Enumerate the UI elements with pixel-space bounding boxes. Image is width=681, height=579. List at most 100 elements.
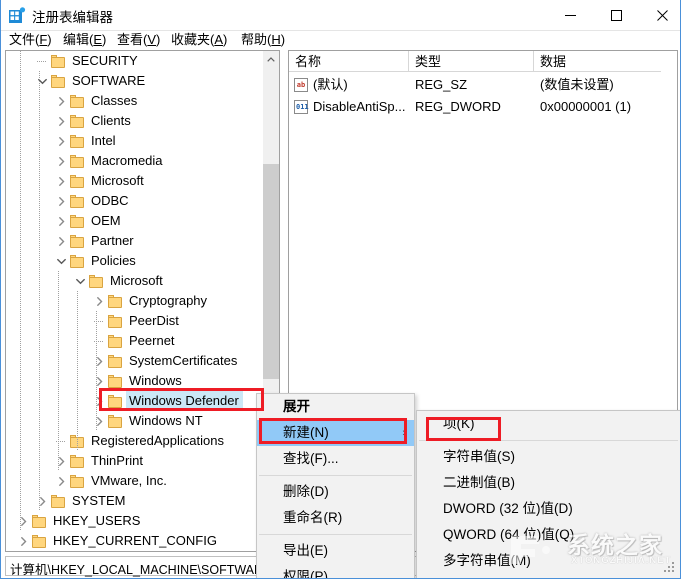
tree-item-label: ODBC — [91, 193, 129, 208]
value-type: REG_SZ — [415, 77, 468, 92]
chevron-right-icon[interactable] — [92, 351, 106, 371]
value-row[interactable]: ab (默认) REG_SZ (数值未设置) — [289, 75, 677, 95]
menu-item-多字符串值M[interactable]: 多字符串值(M) — [417, 548, 680, 574]
chevron-right-icon[interactable] — [92, 391, 106, 411]
chevron-right-icon[interactable] — [54, 151, 68, 171]
chevron-right-icon[interactable] — [54, 171, 68, 191]
chevron-right-icon[interactable] — [92, 371, 106, 391]
tree-item-label: VMware, Inc. — [91, 473, 167, 488]
tree-item-windows-nt[interactable]: Windows NT — [6, 411, 264, 431]
menu-f[interactable]: 文件(F) — [9, 31, 52, 49]
menu-h[interactable]: 帮助(H) — [241, 31, 285, 49]
menu-item-新建N[interactable]: 新建(N) › — [257, 420, 414, 446]
folder-icon — [70, 135, 85, 148]
menu-item-DWORD32位值D[interactable]: DWORD (32 位)值(D) — [417, 496, 680, 522]
chevron-right-icon[interactable] — [54, 211, 68, 231]
menu-separator — [259, 534, 412, 535]
chevron-right-icon[interactable] — [92, 291, 106, 311]
tree-item-windows-defender[interactable]: Windows Defender — [6, 391, 264, 411]
tree-item-security[interactable]: SECURITY — [6, 51, 264, 71]
chevron-right-icon[interactable] — [54, 91, 68, 111]
tree-item-partner[interactable]: Partner — [6, 231, 264, 251]
chevron-down-icon[interactable] — [73, 271, 87, 291]
tree-item-odbc[interactable]: ODBC — [6, 191, 264, 211]
chevron-right-icon[interactable] — [92, 411, 106, 431]
tree-item-windows[interactable]: Windows — [6, 371, 264, 391]
folder-icon — [51, 75, 66, 88]
chevron-right-icon[interactable] — [16, 511, 30, 531]
menu-e[interactable]: 编辑(E) — [63, 31, 106, 49]
tree-item-intel[interactable]: Intel — [6, 131, 264, 151]
tree-item-software[interactable]: SOFTWARE — [6, 71, 264, 91]
tree-item-classes[interactable]: Classes — [6, 91, 264, 111]
menu-item-权限P[interactable]: 权限(P)... — [257, 564, 414, 578]
tree-item-microsoft[interactable]: Microsoft — [6, 171, 264, 191]
registry-tree-pane[interactable]: SECURITY SOFTWARE Classes Clients Intel Macro… — [5, 50, 280, 552]
scroll-up-arrow[interactable] — [263, 51, 279, 67]
menu-item-删除D[interactable]: 删除(D) — [257, 479, 414, 505]
menu-item-label: 展开 — [283, 399, 310, 414]
menu-item-label: 项(K) — [443, 416, 475, 431]
tree-item-clients[interactable]: Clients — [6, 111, 264, 131]
minimize-button[interactable] — [547, 0, 593, 30]
tree-item-peernet[interactable]: Peernet — [6, 331, 264, 351]
tree-item-macromedia[interactable]: Macromedia — [6, 151, 264, 171]
tree-item-thinprint[interactable]: ThinPrint — [6, 451, 264, 471]
tree-item-cryptography[interactable]: Cryptography — [6, 291, 264, 311]
tree-item-oem[interactable]: OEM — [6, 211, 264, 231]
tree-item-label: SystemCertificates — [129, 353, 238, 368]
menu-item-展开[interactable]: 展开 — [257, 394, 414, 420]
chevron-right-icon[interactable] — [54, 111, 68, 131]
tree-item-vmware-inc[interactable]: VMware, Inc. — [6, 471, 264, 491]
menu-item-查找F[interactable]: 查找(F)... — [257, 446, 414, 472]
registry-editor-icon — [9, 7, 26, 23]
tree-item-system[interactable]: SYSTEM — [6, 491, 264, 511]
menu-item-重命名R[interactable]: 重命名(R) — [257, 505, 414, 531]
tree-item-policies[interactable]: Policies — [6, 251, 264, 271]
chevron-right-icon[interactable] — [35, 491, 49, 511]
chevron-down-icon[interactable] — [35, 71, 49, 91]
scroll-thumb[interactable] — [263, 164, 279, 379]
menu-item-二进制值B[interactable]: 二进制值(B) — [417, 470, 680, 496]
chevron-down-icon[interactable] — [54, 251, 68, 271]
tree-item-systemcertificates[interactable]: SystemCertificates — [6, 351, 264, 371]
tree-item-microsoft[interactable]: Microsoft — [6, 271, 264, 291]
tree-item-hkey-current-config[interactable]: HKEY_CURRENT_CONFIG — [6, 531, 264, 551]
tree-guide-line — [20, 51, 21, 531]
chevron-right-icon[interactable] — [54, 191, 68, 211]
chevron-right-icon[interactable] — [16, 531, 30, 551]
column-header-name[interactable]: 名称 — [289, 51, 409, 72]
close-button[interactable] — [639, 0, 680, 30]
menu-item-导出E[interactable]: 导出(E) — [257, 538, 414, 564]
chevron-right-icon[interactable] — [54, 131, 68, 151]
maximize-button[interactable] — [593, 0, 639, 30]
chevron-right-icon[interactable] — [54, 231, 68, 251]
tree-item-label: Peernet — [129, 333, 175, 348]
column-header-data[interactable]: 数据 — [534, 51, 677, 72]
chevron-right-icon[interactable] — [54, 451, 68, 471]
value-row[interactable]: 011 DisableAntiSp... REG_DWORD 0x00000001 (… — [289, 97, 677, 117]
menu-item-可扩充字符串值E[interactable]: 可扩充字符串值(E) — [417, 574, 680, 578]
folder-icon — [108, 355, 123, 368]
menu-a[interactable]: 收藏夹(A) — [171, 31, 227, 49]
menu-item-项K[interactable]: 项(K) — [417, 411, 680, 437]
tree-item-hkey-users[interactable]: HKEY_USERS — [6, 511, 264, 531]
chevron-right-icon[interactable] — [54, 471, 68, 491]
tree-item-registeredapplications[interactable]: RegisteredApplications — [6, 431, 264, 451]
folder-icon — [70, 475, 85, 488]
new-submenu[interactable]: 项(K) 字符串值(S) 二进制值(B) DWORD (32 位)值(D) QWORD … — [416, 410, 680, 578]
menu-item-QWORD64位值Q[interactable]: QWORD (64 位)值(Q) — [417, 522, 680, 548]
menu-v[interactable]: 查看(V) — [117, 31, 160, 49]
tree-item-label: HKEY_USERS — [53, 513, 141, 528]
resize-grip[interactable] — [664, 562, 676, 574]
tree-item-label: Windows NT — [129, 413, 203, 428]
minimize-icon — [564, 14, 576, 16]
tree-item-label: SOFTWARE — [72, 73, 146, 88]
menu-item-字符串值S[interactable]: 字符串值(S) — [417, 444, 680, 470]
column-header-type[interactable]: 类型 — [409, 51, 534, 72]
tree-context-menu[interactable]: 展开新建(N) › 查找(F)... 删除(D) 重命名(R) 导出(E) 权限(P)...… — [256, 393, 415, 578]
title-bar: 注册表编辑器 — [1, 0, 680, 31]
menu-item-label: 多字符串值(M) — [443, 553, 531, 568]
tree-item-label: SECURITY — [72, 53, 138, 68]
tree-item-peerdist[interactable]: PeerDist — [6, 311, 264, 331]
